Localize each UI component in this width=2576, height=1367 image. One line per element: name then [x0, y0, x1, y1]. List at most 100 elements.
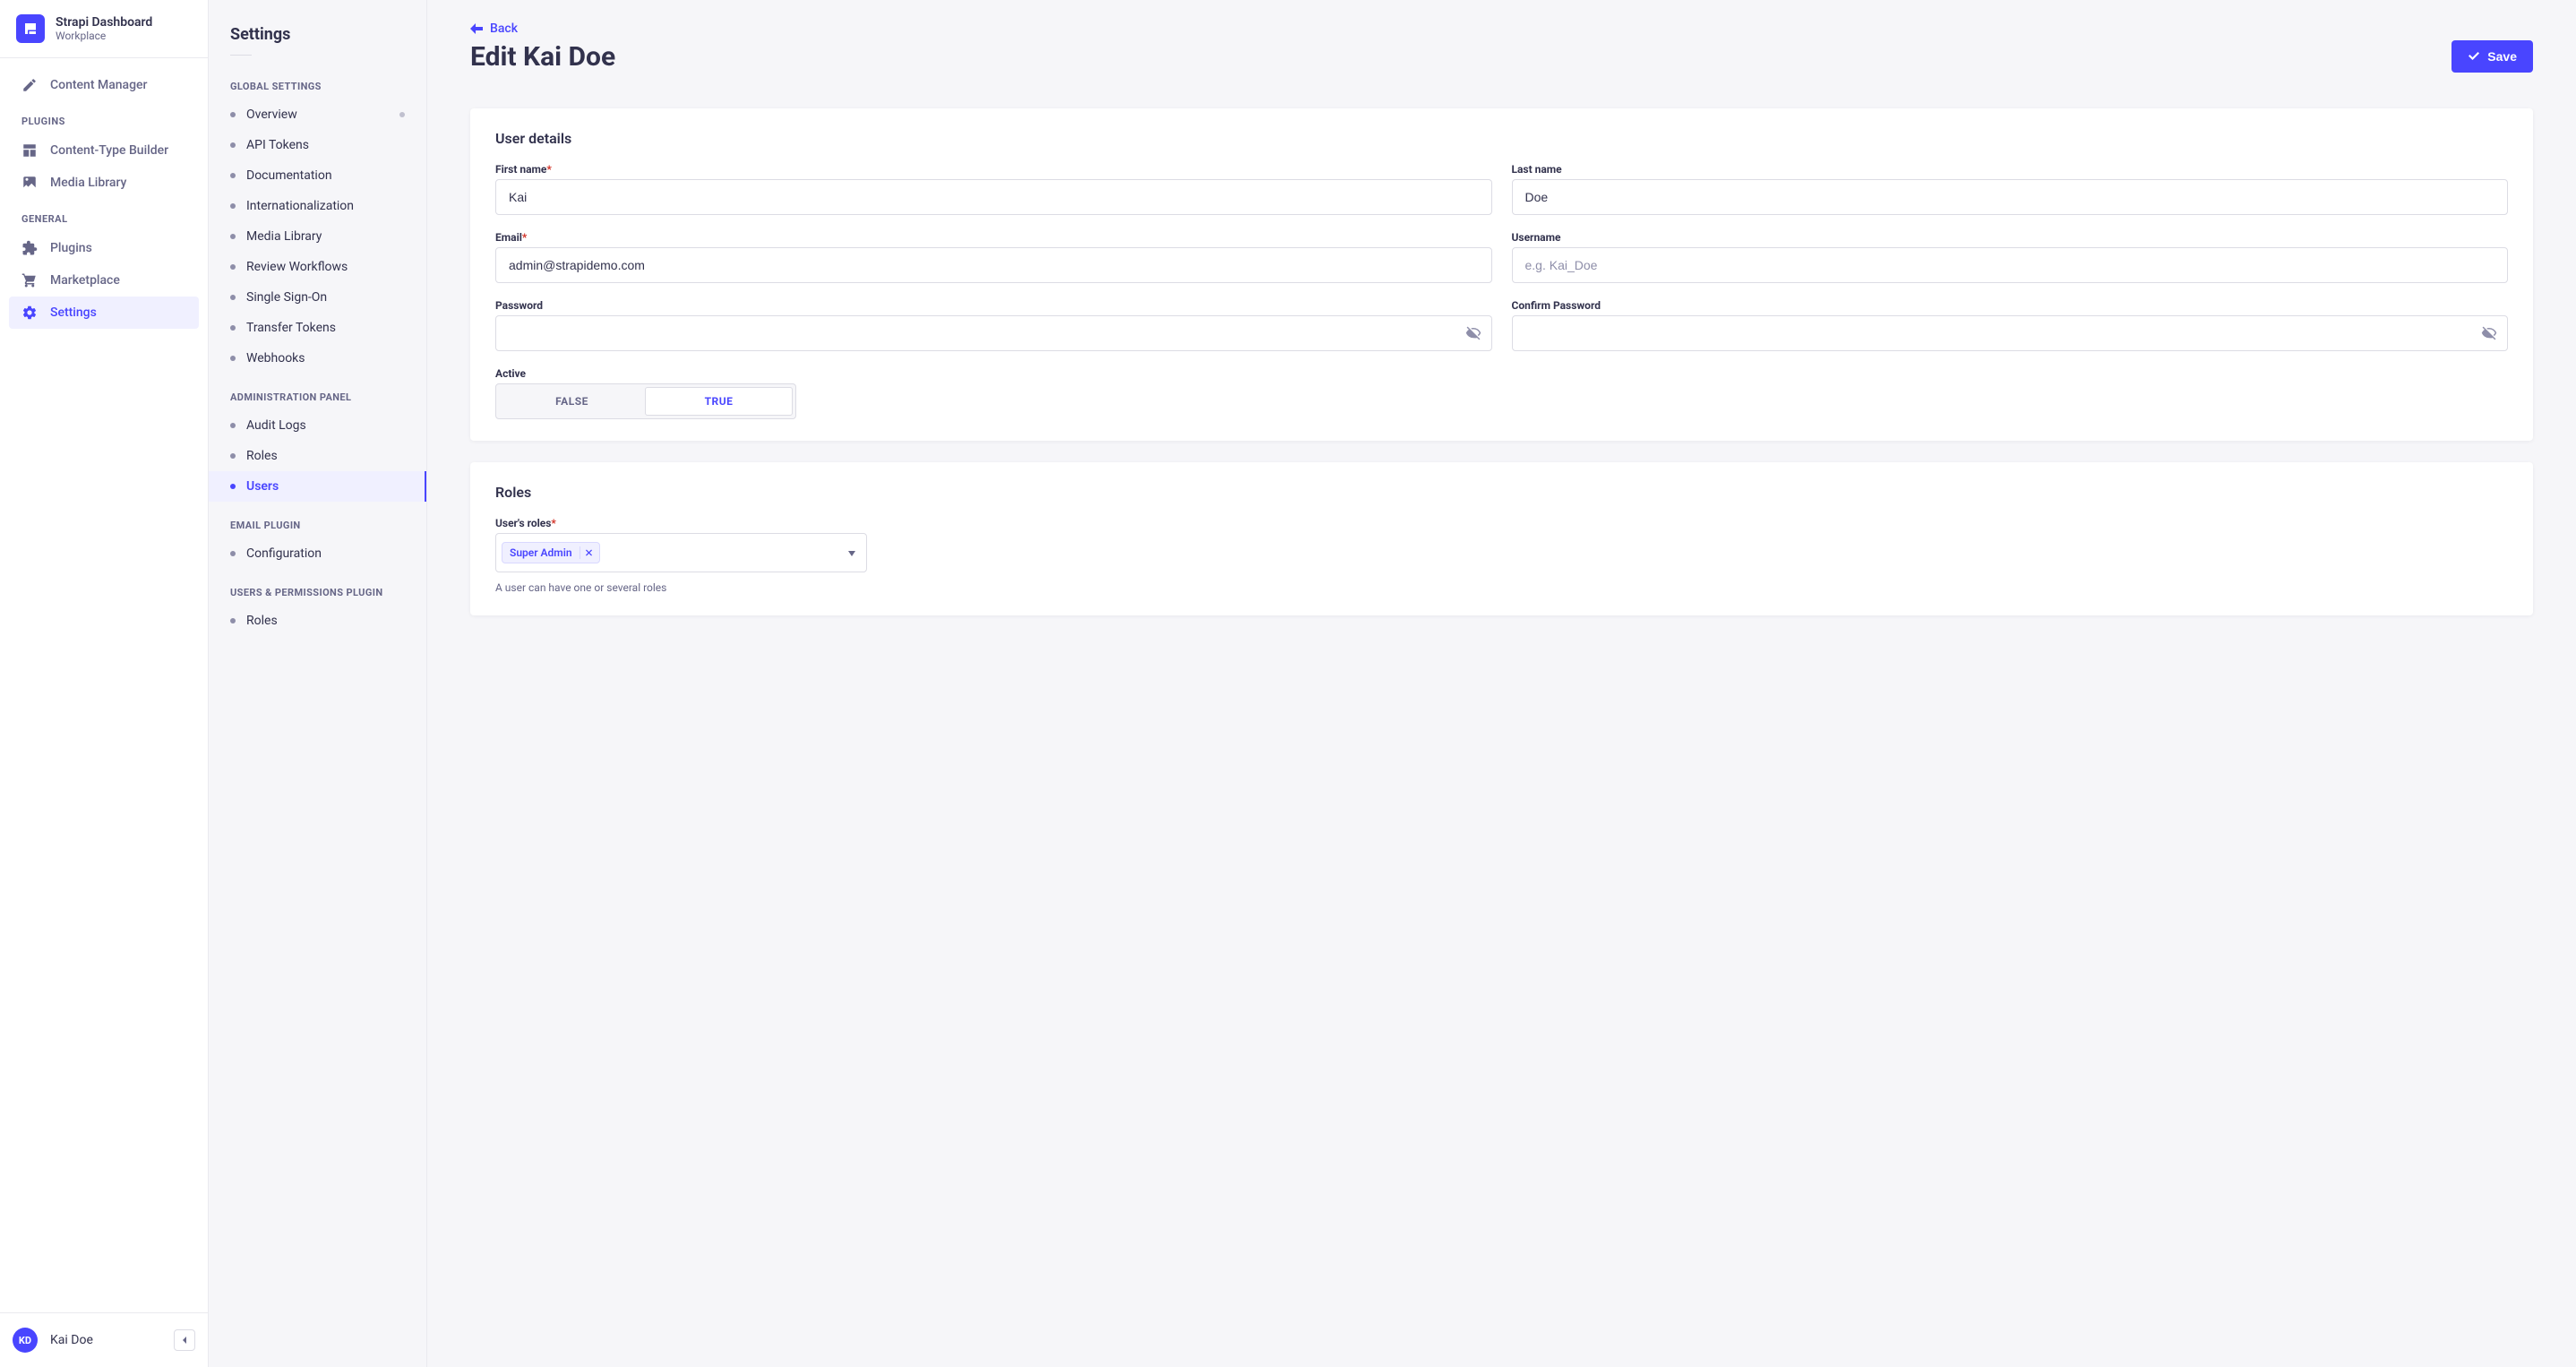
field-password: Password: [495, 299, 1492, 351]
settings-item-label: Audit Logs: [246, 418, 306, 433]
active-toggle[interactable]: FALSE TRUE: [495, 383, 796, 419]
settings-item-email-configuration[interactable]: Configuration: [209, 538, 426, 569]
user-details-card: User details First name* Last name Email…: [470, 108, 2533, 441]
field-lastname: Last name: [1512, 163, 2509, 215]
role-tag-label: Super Admin: [510, 546, 572, 559]
toggle-true[interactable]: TRUE: [645, 387, 793, 416]
settings-item-label: Users: [246, 479, 279, 494]
email-input[interactable]: [495, 247, 1492, 283]
nav-section-plugins-label: PLUGINS: [9, 101, 199, 134]
collapse-sidebar-button[interactable]: [174, 1329, 195, 1351]
toggle-password-visibility[interactable]: [1465, 325, 1481, 341]
settings-item-label: Documentation: [246, 168, 332, 183]
save-button[interactable]: Save: [2451, 40, 2533, 73]
toggle-false[interactable]: FALSE: [499, 387, 645, 416]
back-link[interactable]: Back: [470, 21, 518, 36]
brand-title: Strapi Dashboard: [56, 15, 152, 30]
nav-content-manager[interactable]: Content Manager: [9, 69, 199, 101]
lastname-input[interactable]: [1512, 179, 2509, 215]
user-name: Kai Doe: [50, 1333, 161, 1347]
lastname-label: Last name: [1512, 163, 2509, 176]
settings-item-overview[interactable]: Overview: [209, 99, 426, 130]
settings-item-documentation[interactable]: Documentation: [209, 160, 426, 191]
settings-item-label: Overview: [246, 107, 297, 122]
brand-text: Strapi Dashboard Workplace: [56, 15, 152, 42]
back-label: Back: [490, 21, 518, 36]
confirm-password-label: Confirm Password: [1512, 299, 2509, 312]
bullet-icon: [230, 551, 236, 556]
role-tag: Super Admin: [502, 542, 600, 563]
settings-item-webhooks[interactable]: Webhooks: [209, 343, 426, 374]
settings-item-label: Transfer Tokens: [246, 321, 336, 335]
roles-card: Roles User's roles* Super Admin A user c…: [470, 462, 2533, 615]
settings-item-transfer-tokens[interactable]: Transfer Tokens: [209, 313, 426, 343]
roles-hint: A user can have one or several roles: [495, 581, 867, 594]
nav-section-general-label: GENERAL: [9, 199, 199, 232]
settings-item-i18n[interactable]: Internationalization: [209, 191, 426, 221]
eye-off-icon: [1465, 325, 1481, 341]
settings-item-sso[interactable]: Single Sign-On: [209, 282, 426, 313]
roles-select[interactable]: Super Admin: [495, 533, 867, 572]
toggle-confirm-password-visibility[interactable]: [2481, 325, 2497, 341]
brand-header: Strapi Dashboard Workplace: [0, 0, 208, 58]
firstname-input[interactable]: [495, 179, 1492, 215]
email-label: Email*: [495, 231, 1492, 244]
settings-item-review-workflows[interactable]: Review Workflows: [209, 252, 426, 282]
settings-item-api-tokens[interactable]: API Tokens: [209, 130, 426, 160]
nav-content-type-builder[interactable]: Content-Type Builder: [9, 134, 199, 167]
password-input[interactable]: [495, 315, 1492, 351]
nav-label: Media Library: [50, 176, 126, 190]
roles-dropdown-caret[interactable]: [848, 546, 855, 560]
primary-nav: Content Manager PLUGINS Content-Type Bui…: [0, 58, 208, 1312]
active-label: Active: [495, 367, 1492, 380]
nav-settings[interactable]: Settings: [9, 297, 199, 329]
check-icon: [2468, 50, 2480, 63]
indicator-dot-icon: [399, 112, 405, 117]
settings-item-audit-logs[interactable]: Audit Logs: [209, 410, 426, 441]
nav-plugins[interactable]: Plugins: [9, 232, 199, 264]
settings-item-label: Configuration: [246, 546, 322, 561]
settings-item-admin-roles[interactable]: Roles: [209, 441, 426, 471]
settings-item-uap-roles[interactable]: Roles: [209, 606, 426, 636]
remove-role-button[interactable]: [580, 546, 592, 559]
confirm-password-input[interactable]: [1512, 315, 2509, 351]
avatar[interactable]: KD: [13, 1328, 38, 1353]
settings-item-label: Media Library: [246, 229, 322, 244]
field-username: Username: [1512, 231, 2509, 283]
bullet-icon: [230, 112, 236, 117]
bullet-icon: [230, 618, 236, 623]
settings-item-media-library[interactable]: Media Library: [209, 221, 426, 252]
username-input[interactable]: [1512, 247, 2509, 283]
user-roles-label: User's roles*: [495, 517, 867, 529]
save-label: Save: [2487, 49, 2517, 64]
settings-item-label: API Tokens: [246, 138, 309, 152]
bullet-icon: [230, 453, 236, 459]
close-icon: [586, 549, 592, 556]
nav-label: Marketplace: [50, 273, 120, 288]
field-confirm-password: Confirm Password: [1512, 299, 2509, 351]
settings-item-admin-users[interactable]: Users: [209, 471, 426, 502]
settings-item-label: Review Workflows: [246, 260, 348, 274]
section-global-label: GLOBAL SETTINGS: [209, 63, 426, 99]
bullet-icon: [230, 173, 236, 178]
firstname-label: First name*: [495, 163, 1492, 176]
bullet-icon: [230, 484, 236, 489]
page-title: Edit Kai Doe: [470, 41, 615, 73]
puzzle-icon: [21, 240, 38, 256]
nav-media-library[interactable]: Media Library: [9, 167, 199, 199]
main-content: Back Edit Kai Doe Save User details Firs…: [427, 0, 2576, 1367]
bullet-icon: [230, 423, 236, 428]
user-footer: KD Kai Doe: [0, 1312, 208, 1367]
strapi-logo-icon: [16, 14, 45, 43]
nav-marketplace[interactable]: Marketplace: [9, 264, 199, 297]
nav-label: Content-Type Builder: [50, 143, 168, 158]
settings-item-label: Webhooks: [246, 351, 305, 365]
gear-icon: [21, 305, 38, 321]
nav-label: Content Manager: [50, 78, 148, 92]
primary-sidebar: Strapi Dashboard Workplace Content Manag…: [0, 0, 209, 1367]
settings-item-label: Roles: [246, 449, 278, 463]
settings-item-label: Single Sign-On: [246, 290, 327, 305]
field-active: Active FALSE TRUE: [495, 367, 1492, 419]
field-user-roles: User's roles* Super Admin A user can hav…: [495, 517, 867, 594]
settings-sidebar: Settings GLOBAL SETTINGS Overview API To…: [209, 0, 427, 1367]
